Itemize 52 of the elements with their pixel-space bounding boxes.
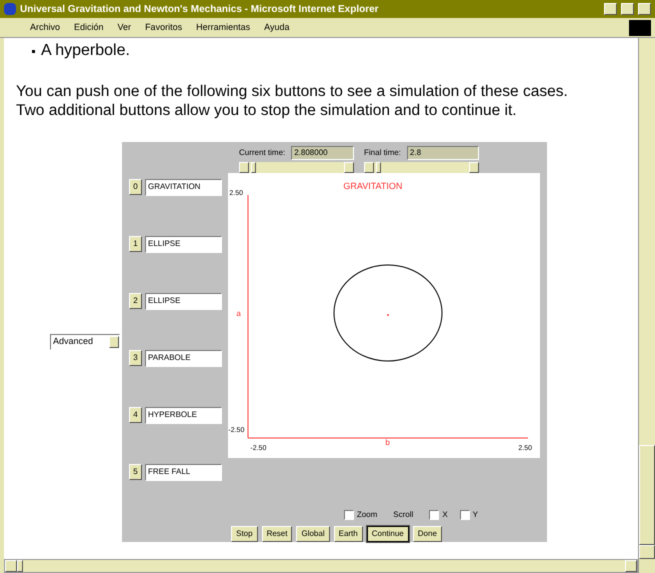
horizontal-scrollbar[interactable]	[4, 559, 638, 573]
case-field[interactable]: FREE FALL	[145, 464, 222, 480]
time-field[interactable]: 2.8	[406, 146, 479, 160]
control-button[interactable]: Reset	[262, 526, 292, 542]
plot-title: GRAVITATION	[343, 180, 402, 193]
case-field[interactable]: GRAVITATION	[145, 178, 222, 196]
scroll-thumb[interactable]	[17, 560, 23, 572]
case-button[interactable]: 5	[129, 464, 142, 480]
checkbox-label: Y	[472, 509, 478, 521]
case-field[interactable]: ELLIPSE	[145, 236, 222, 252]
menu-item[interactable]: Edición	[74, 20, 104, 34]
case-field[interactable]: HYPERBOLE	[145, 406, 222, 424]
control-button[interactable]: Done	[412, 526, 442, 542]
case-button[interactable]: 1	[129, 236, 142, 252]
checkbox[interactable]	[429, 510, 440, 520]
checkbox-label: X	[442, 509, 448, 521]
scrollbar-corner	[639, 559, 655, 573]
option-label: Scroll	[393, 509, 414, 521]
window-title: Universal Gravitation and Newton's Mechanics - Microsoft Internet Explorer	[20, 2, 379, 16]
control-button[interactable]: Stop	[231, 526, 258, 542]
case-button[interactable]: 0	[129, 179, 142, 195]
time-field[interactable]: 2.808000	[291, 146, 354, 160]
browser-logo-icon	[629, 20, 651, 36]
browser-icon	[4, 3, 16, 15]
mode-dropdown[interactable]: Advanced	[50, 334, 120, 350]
checkbox[interactable]	[460, 510, 470, 520]
case-field[interactable]: ELLIPSE	[145, 292, 222, 310]
menu-item[interactable]: Ver	[118, 20, 132, 34]
slider-thumb[interactable]	[250, 162, 256, 173]
menu-item[interactable]: Ayuda	[264, 20, 290, 34]
case-field[interactable]: PARABOLE	[145, 350, 222, 366]
scroll-thumb[interactable]	[639, 445, 655, 545]
checkbox[interactable]	[344, 510, 354, 520]
time-label: Current time:	[239, 147, 286, 159]
case-button[interactable]: 3	[129, 350, 142, 366]
bullet-text: A hyperbole.	[41, 41, 130, 61]
checkbox-label: Zoom	[356, 509, 378, 521]
control-button[interactable]: Global	[296, 526, 330, 542]
vertical-scrollbar[interactable]	[638, 38, 655, 573]
control-button[interactable]: Earth	[334, 526, 363, 542]
y-axis-label: a	[236, 308, 241, 320]
intro-paragraph: You can push one of the following six buttons to see a simulation of these cases. Two additional buttons allow you to stop the simulation and to continue it.	[15, 82, 569, 120]
time-label: Final time:	[364, 147, 401, 159]
menu-item[interactable]: Archivo	[30, 20, 60, 34]
menu-item[interactable]: Herramientas	[196, 20, 250, 34]
menu-item[interactable]: Favoritos	[145, 20, 182, 34]
x-axis-label: b	[385, 437, 390, 449]
control-button[interactable]: Continue	[366, 526, 409, 542]
case-button[interactable]: 4	[129, 407, 142, 423]
slider-thumb[interactable]	[376, 162, 381, 173]
bullet-icon	[32, 50, 35, 52]
case-button[interactable]: 2	[129, 293, 142, 309]
